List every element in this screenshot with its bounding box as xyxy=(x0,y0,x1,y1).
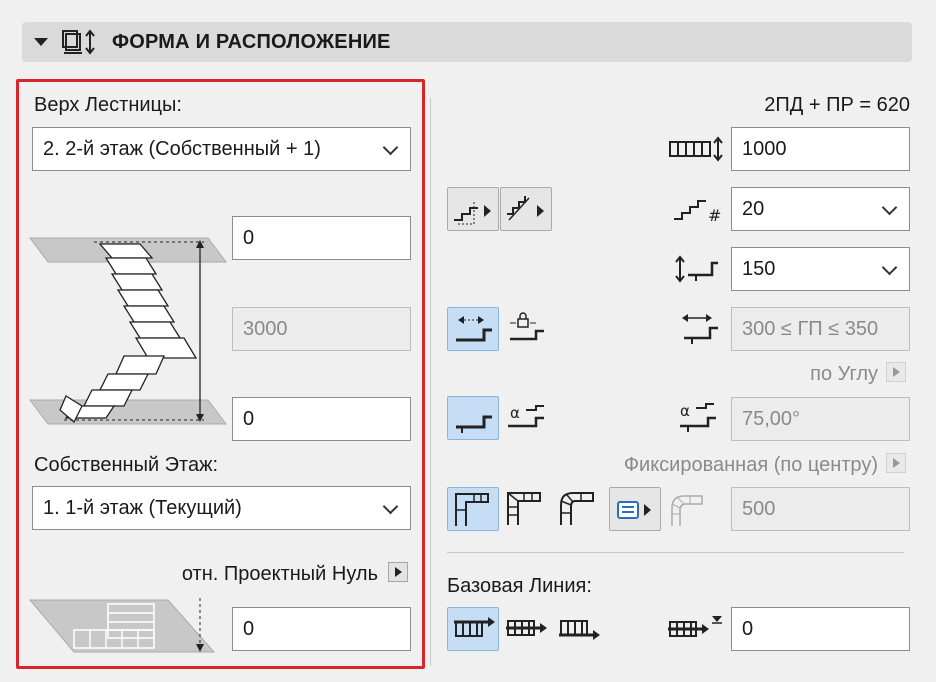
stair-top-dropdown[interactable]: 2. 2-й этаж (Собственный + 1) xyxy=(32,127,411,171)
elevation-plan-diagram xyxy=(28,596,218,656)
riser-count-icon: # xyxy=(672,195,726,223)
angle-mode-button[interactable]: α xyxy=(500,396,552,440)
section-divider xyxy=(447,552,904,553)
turn-options-button[interactable] xyxy=(609,487,661,531)
collapse-triangle-icon[interactable] xyxy=(34,38,48,46)
tread-depth-field[interactable]: 300 ≤ ГП ≤ 350 xyxy=(731,307,910,351)
svg-text:α: α xyxy=(680,402,690,420)
slope-angle-icon: α xyxy=(676,400,722,436)
baseline-offset-field[interactable]: 0 xyxy=(731,607,910,651)
section-title: ФОРМА И РАСПОЛОЖЕНИЕ xyxy=(112,31,391,53)
riser-count-dropdown[interactable]: 20 xyxy=(731,187,910,231)
svg-text:α: α xyxy=(510,404,520,422)
stride-formula-label: 2ПД + ПР = 620 xyxy=(764,94,910,116)
riser-mode-button-1[interactable] xyxy=(447,187,499,231)
bottom-offset-field[interactable]: 0 xyxy=(232,397,411,441)
by-angle-label: по Углу xyxy=(810,363,878,385)
turn-landing-button[interactable] xyxy=(447,487,499,531)
stair-section-diagram xyxy=(28,228,228,434)
tread-depth-icon xyxy=(678,312,724,346)
stair-top-label: Верх Лестницы: xyxy=(34,94,182,116)
stair-width-field[interactable]: 1000 xyxy=(731,127,910,171)
slope-angle-field[interactable]: 75,00° xyxy=(731,397,910,441)
baseline-offset-icon xyxy=(668,614,726,644)
home-story-label: Собственный Этаж: xyxy=(34,454,219,476)
shape-position-icon xyxy=(60,28,104,56)
tread-depth-mode-button[interactable] xyxy=(447,307,499,351)
home-story-dropdown-value: 1. 1-й этаж (Текущий) xyxy=(43,497,242,519)
stair-top-dropdown-value: 2. 2-й этаж (Собственный + 1) xyxy=(43,138,321,160)
baseline-label: Базовая Линия: xyxy=(447,575,592,597)
tread-depth-lock-button[interactable] xyxy=(500,307,552,351)
column-divider xyxy=(430,98,431,666)
elevation-field[interactable]: 0 xyxy=(232,607,411,651)
reference-level-label: отн. Проектный Нуль xyxy=(181,563,378,585)
riser-height-dropdown[interactable]: 150 xyxy=(731,247,910,291)
fixed-center-arrow-button[interactable] xyxy=(886,453,906,473)
turn-spiral-button[interactable] xyxy=(553,487,605,531)
by-angle-arrow-button[interactable] xyxy=(886,362,906,382)
turn-offset-icon xyxy=(668,492,708,528)
baseline-center-button[interactable] xyxy=(500,607,552,651)
stair-width-icon xyxy=(668,136,726,162)
fixed-center-label: Фиксированная (по центру) xyxy=(623,454,878,476)
chevron-down-icon xyxy=(881,199,898,216)
slope-mode-button[interactable] xyxy=(447,396,499,440)
turn-offset-field[interactable]: 500 xyxy=(731,487,910,531)
chevron-down-icon xyxy=(382,498,399,515)
stair-height-field[interactable]: 3000 xyxy=(232,307,411,351)
chevron-down-icon xyxy=(382,139,399,156)
svg-text:#: # xyxy=(708,206,721,223)
turn-winder-button[interactable] xyxy=(500,487,552,531)
baseline-left-button[interactable] xyxy=(447,607,499,651)
chevron-down-icon xyxy=(881,259,898,276)
riser-height-icon xyxy=(672,255,722,283)
reference-level-arrow-button[interactable] xyxy=(388,562,408,582)
home-story-dropdown[interactable]: 1. 1-й этаж (Текущий) xyxy=(32,486,411,530)
riser-count-value: 20 xyxy=(742,198,765,220)
top-offset-field[interactable]: 0 xyxy=(232,216,411,260)
section-header[interactable]: ФОРМА И РАСПОЛОЖЕНИЕ xyxy=(22,22,912,62)
riser-mode-button-2[interactable] xyxy=(500,187,552,231)
baseline-right-button[interactable] xyxy=(553,607,605,651)
riser-height-value: 150 xyxy=(742,258,776,280)
